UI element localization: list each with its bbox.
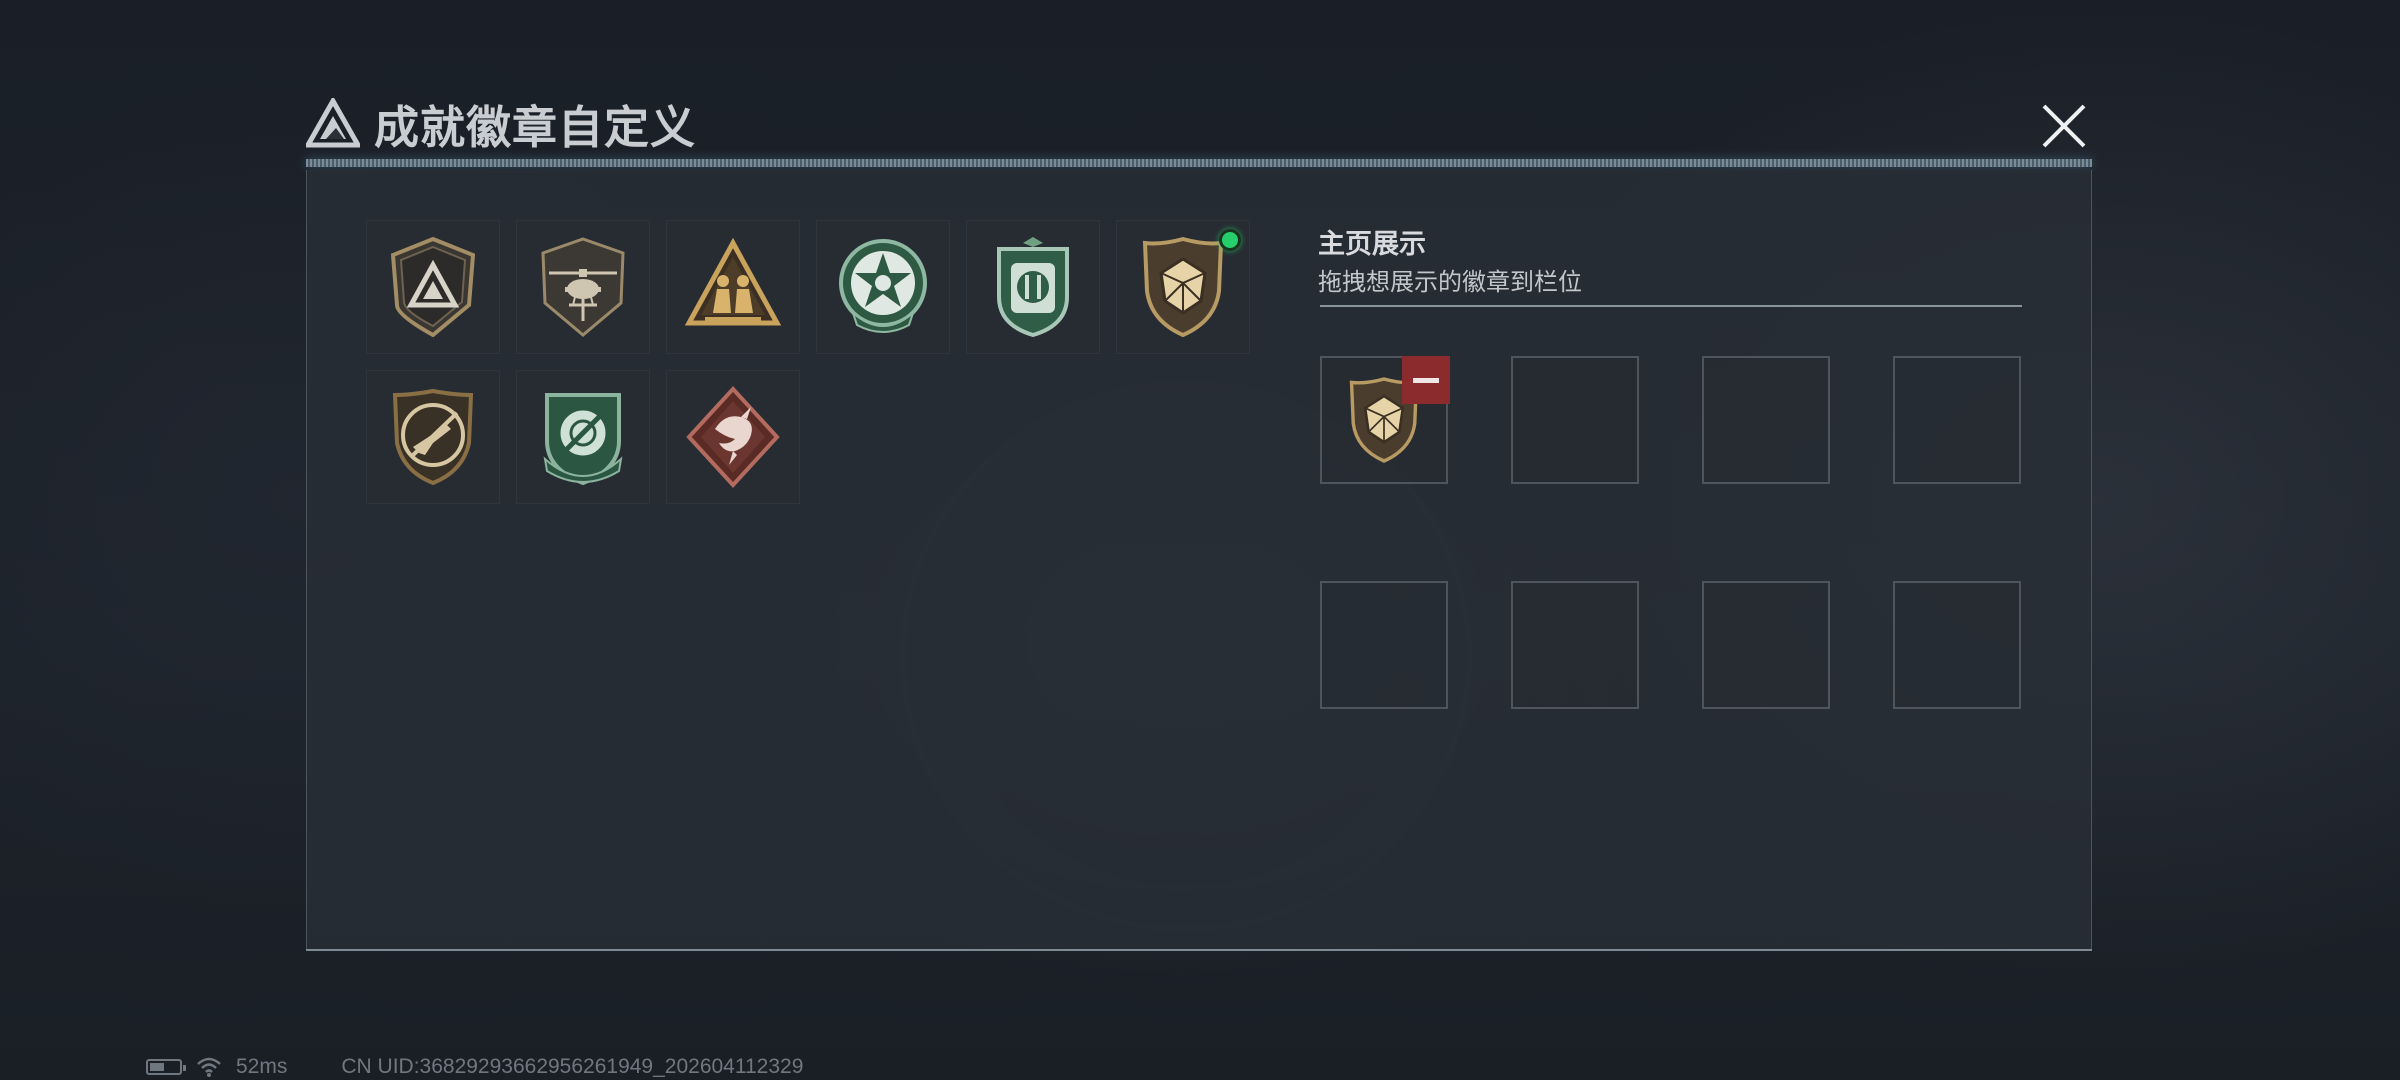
rifle-shield-badge-icon bbox=[392, 388, 474, 486]
badge-rifle-shield[interactable] bbox=[366, 370, 500, 504]
badge-helicopter[interactable] bbox=[516, 220, 650, 354]
showcase-slot-8[interactable] bbox=[1893, 581, 2021, 709]
green-star-badge-icon bbox=[839, 239, 927, 333]
showcase-slot-2[interactable] bbox=[1511, 356, 1639, 484]
showcase-slot-7[interactable] bbox=[1702, 581, 1830, 709]
ping-text: 52ms bbox=[236, 1055, 288, 1078]
close-button[interactable] bbox=[2038, 100, 2090, 152]
badge-green-crosshair[interactable] bbox=[516, 370, 650, 504]
page-title: 成就徽章自定义 bbox=[374, 100, 697, 154]
badge-triangle-shield[interactable] bbox=[366, 220, 500, 354]
showcase-divider bbox=[1320, 305, 2022, 307]
showcase-slot-6[interactable] bbox=[1511, 581, 1639, 709]
green-crosshair-badge-icon bbox=[543, 393, 623, 486]
header-divider bbox=[306, 159, 2092, 167]
showcase-slot-5[interactable] bbox=[1320, 581, 1448, 709]
showcase-title: 主页展示 bbox=[1318, 229, 1426, 260]
minus-icon bbox=[1413, 377, 1439, 383]
status-bar: 52ms CN UID:3682929366295626194​9_202604… bbox=[146, 1054, 803, 1080]
showcase-slot-3[interactable] bbox=[1702, 356, 1830, 484]
new-indicator-dot bbox=[1219, 229, 1241, 251]
badge-soldiers-triangle[interactable] bbox=[666, 220, 800, 354]
badge-green-star[interactable] bbox=[816, 220, 950, 354]
green-shield-badge-icon bbox=[997, 237, 1069, 338]
uid-text: CN UID:3682929366295626194​9_20260411232… bbox=[341, 1055, 804, 1078]
dialog-header: 成就徽章自定义 bbox=[306, 92, 696, 154]
battery-icon bbox=[146, 1059, 186, 1075]
badge-gem-shield[interactable] bbox=[1116, 220, 1250, 354]
triangle-logo-icon bbox=[306, 98, 360, 148]
badge-green-shield[interactable] bbox=[966, 220, 1100, 354]
close-icon bbox=[2042, 104, 2086, 148]
gem-shield-badge-icon bbox=[1142, 236, 1224, 338]
showcase-subtitle: 拖拽想展示的徽章到栏位 bbox=[1318, 268, 1582, 296]
badge-dragon-diamond[interactable] bbox=[666, 370, 800, 504]
remove-badge-button[interactable] bbox=[1402, 356, 1450, 404]
dragon-diamond-badge-icon bbox=[686, 386, 780, 488]
showcase-slot-4[interactable] bbox=[1893, 356, 2021, 484]
panel-bottom-border bbox=[306, 949, 2092, 951]
triangle-shield-badge-icon bbox=[390, 236, 476, 338]
helicopter-badge-icon bbox=[541, 237, 625, 337]
soldiers-triangle-badge-icon bbox=[685, 237, 781, 326]
wifi-icon bbox=[197, 1057, 221, 1077]
